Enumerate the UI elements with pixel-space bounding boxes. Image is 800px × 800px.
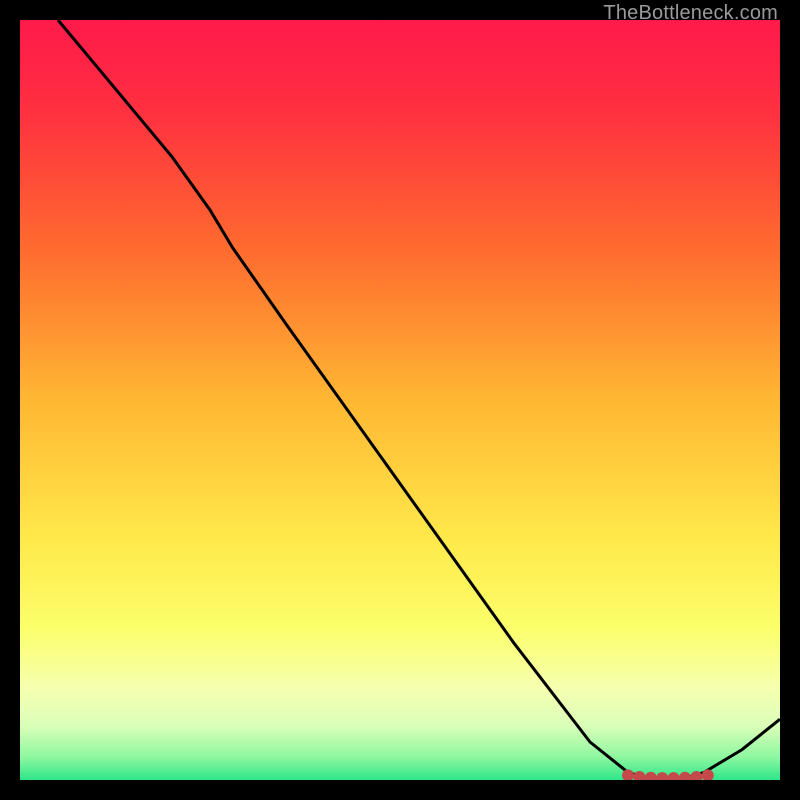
gradient-background [20, 20, 780, 780]
chart-svg [20, 20, 780, 780]
chart-frame [20, 20, 780, 780]
